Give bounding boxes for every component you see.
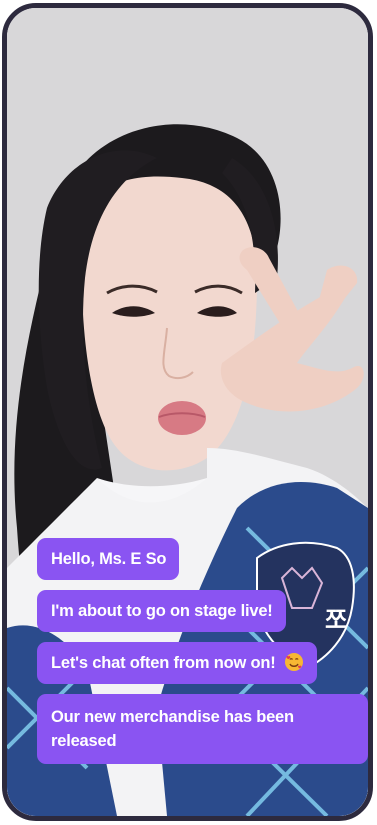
chat-bubble-text: I'm about to go on stage live!: [51, 602, 273, 620]
smiling-face-with-hearts-icon: [284, 653, 303, 671]
chat-bubble[interactable]: Hello, Ms. E So: [37, 538, 180, 580]
phone-frame: 쪼 Hello, Ms. E So I'm about to go on sta…: [2, 3, 373, 821]
chat-bubble[interactable]: Let's chat often from now on!: [37, 642, 317, 684]
chat-bubble[interactable]: Our new merchandise has been released: [37, 694, 368, 764]
chat-bubble-text: Our new merchandise has been released: [51, 708, 294, 750]
chat-message-list: Hello, Ms. E So I'm about to go on stage…: [37, 538, 368, 764]
chat-bubble-text: Let's chat often from now on!: [51, 654, 276, 672]
chat-bubble[interactable]: I'm about to go on stage live!: [37, 590, 286, 632]
chat-bubble-text: Hello, Ms. E So: [51, 550, 167, 568]
